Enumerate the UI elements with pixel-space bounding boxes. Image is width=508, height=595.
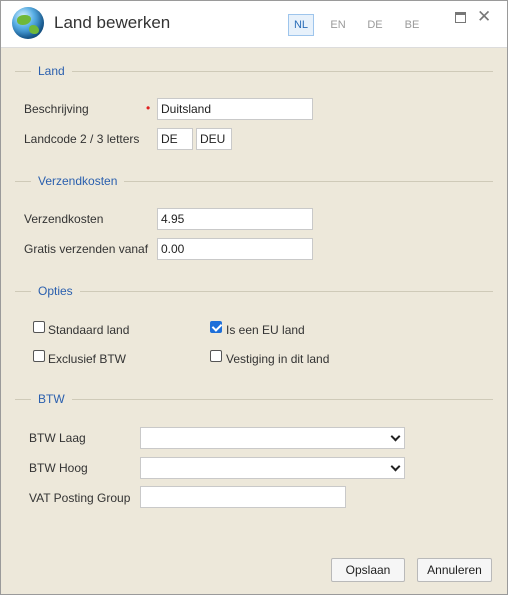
vestiging-label: Vestiging in dit land (226, 352, 330, 366)
section-land: Land (15, 65, 493, 77)
btw-laag-label: BTW Laag (29, 431, 86, 445)
title-bar: Land bewerken NL EN DE BE ✕ (1, 1, 507, 48)
language-tab-en[interactable]: EN (325, 14, 351, 36)
vat-posting-group-label: VAT Posting Group (29, 491, 131, 505)
verzendkosten-label: Verzendkosten (24, 212, 104, 226)
section-verzendkosten-title: Verzendkosten (31, 175, 125, 187)
section-land-title: Land (31, 65, 72, 77)
eu-land-checkbox[interactable] (210, 321, 222, 333)
vestiging-checkbox[interactable] (210, 350, 222, 362)
maximize-icon[interactable] (455, 12, 466, 23)
chevron-down-icon (390, 461, 401, 472)
verzendkosten-input[interactable] (157, 208, 313, 230)
vat-posting-group-input[interactable] (140, 486, 346, 508)
landcode-label: Landcode 2 / 3 letters (24, 132, 140, 146)
gratis-verzenden-input[interactable] (157, 238, 313, 260)
btw-hoog-select[interactable] (140, 457, 405, 479)
required-marker: • (146, 101, 151, 115)
btw-laag-select[interactable] (140, 427, 405, 449)
gratis-verzenden-label: Gratis verzenden vanaf (24, 242, 149, 256)
eu-land-label: Is een EU land (226, 323, 305, 337)
btw-hoog-label: BTW Hoog (29, 461, 88, 475)
section-verzendkosten: Verzendkosten (15, 175, 493, 187)
language-tab-be[interactable]: BE (399, 14, 425, 36)
section-opties: Opties (15, 285, 493, 297)
beschrijving-label: Beschrijving (24, 102, 89, 116)
chevron-down-icon (390, 431, 401, 442)
globe-icon (12, 7, 44, 39)
section-btw-title: BTW (31, 393, 72, 405)
landcode-2-input[interactable] (157, 128, 193, 150)
standaard-land-label: Standaard land (48, 323, 130, 337)
dialog-title: Land bewerken (54, 13, 171, 32)
exclusief-btw-checkbox[interactable] (33, 350, 45, 362)
landcode-3-input[interactable] (196, 128, 232, 150)
beschrijving-input[interactable] (157, 98, 313, 120)
edit-country-dialog: Land bewerken NL EN DE BE ✕ Land Beschri… (0, 0, 508, 595)
save-button[interactable]: Opslaan (331, 558, 405, 582)
language-tab-de[interactable]: DE (362, 14, 388, 36)
section-opties-title: Opties (31, 285, 80, 297)
section-btw: BTW (15, 393, 493, 405)
standaard-land-checkbox[interactable] (33, 321, 45, 333)
close-icon[interactable]: ✕ (477, 7, 491, 27)
exclusief-btw-label: Exclusief BTW (48, 352, 127, 366)
cancel-button[interactable]: Annuleren (417, 558, 492, 582)
language-tab-nl[interactable]: NL (288, 14, 314, 36)
